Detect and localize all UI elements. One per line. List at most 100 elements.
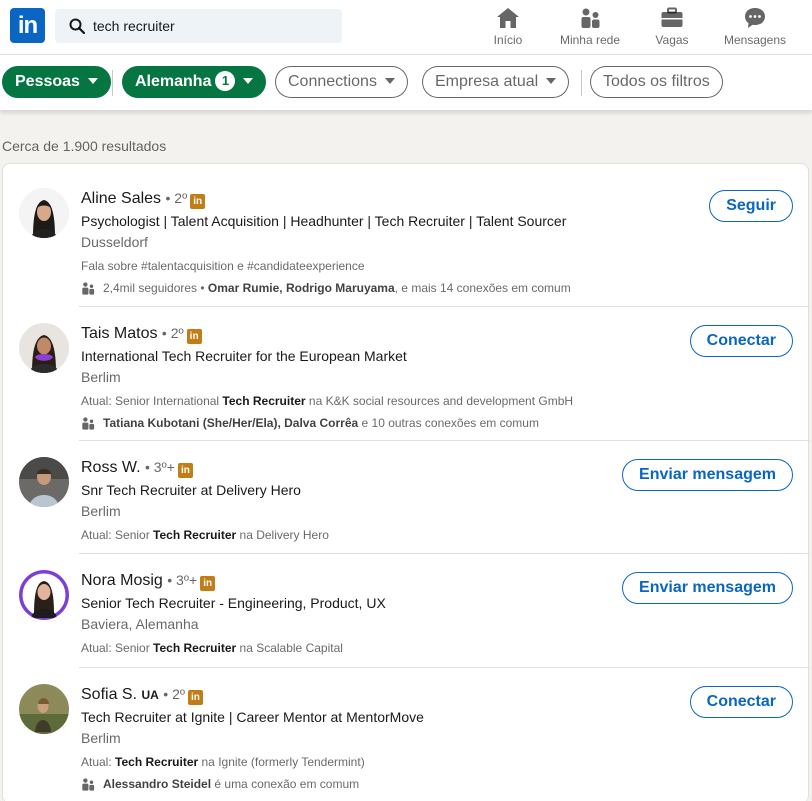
insight-names: Alessandro Steidel (103, 777, 212, 791)
insight-names: Tatiana Kubotani (She/Her/Ela), Dalva Co… (103, 416, 359, 430)
list-item: Ross W. • 3º+ in Snr Tech Recruiter at De… (3, 441, 810, 554)
shared-connections[interactable]: Tatiana Kubotani (She/Her/Ela), Dalva Co… (81, 415, 621, 431)
summary-text: Atual: Senior International (81, 394, 223, 408)
results-count: Cerca de 1.900 resultados (2, 138, 167, 154)
result-name[interactable]: Sofia S. (81, 686, 137, 703)
filter-people[interactable]: Pessoas (2, 66, 111, 98)
all-filters-label: Todos os filtros (603, 73, 710, 90)
connect-button[interactable]: Conectar (689, 325, 793, 357)
home-icon (497, 8, 519, 28)
nav-messaging-label: Mensagens (723, 33, 787, 47)
search-icon (69, 18, 85, 34)
summary-keyword: Tech Recruiter (153, 641, 237, 655)
nav-my-network[interactable]: Minha rede (556, 4, 624, 50)
filter-count-badge: 1 (215, 71, 236, 91)
insight-text: e 10 outras conexões em comum (358, 416, 539, 430)
linkedin-premium-icon: in (187, 690, 203, 705)
list-item: Tais Matos • 2º in International Tech Rec… (3, 307, 810, 441)
filter-current-company[interactable]: Empresa atual (422, 66, 570, 98)
caret-down-icon (243, 78, 254, 84)
network-icon (581, 8, 600, 28)
result-headline: Tech Recruiter at Ignite | Career Mentor… (81, 709, 424, 725)
follow-button[interactable]: Seguir (709, 190, 793, 222)
linkedin-premium-icon: in (190, 194, 206, 209)
connection-degree: • 2º (163, 686, 185, 702)
flag-badge: UA (141, 688, 159, 702)
top-navigation: in Início Minha rede Vagas (0, 0, 812, 55)
result-summary: Fala sobre #talentacquisition e #candida… (81, 259, 365, 273)
result-headline: Snr Tech Recruiter at Delivery Hero (81, 482, 301, 498)
people-icon (82, 778, 95, 791)
linkedin-logo[interactable]: in (10, 8, 45, 43)
briefcase-icon (661, 7, 683, 27)
insight-text: , e mais 14 conexões em comum (394, 281, 571, 295)
summary-keyword: Tech Recruiter (222, 394, 306, 408)
insight-text: é uma conexão em comum (211, 777, 360, 791)
summary-text: Atual: Senior (81, 641, 154, 655)
filter-bar: Pessoas Alemanha 1 Connections Empresa at… (0, 55, 812, 110)
result-name[interactable]: Tais Matos (81, 325, 157, 342)
filter-divider (112, 70, 113, 96)
result-name[interactable]: Ross W. (81, 459, 141, 476)
avatar[interactable] (19, 323, 69, 373)
avatar[interactable] (19, 684, 69, 734)
list-item: Sofia S. UA • 2º in Tech Recruiter at Ign… (3, 668, 810, 801)
summary-keyword: Tech Recruiter (153, 528, 237, 542)
avatar[interactable] (19, 570, 69, 620)
result-name[interactable]: Nora Mosig (81, 572, 163, 589)
connection-degree: • 2º (161, 325, 184, 341)
nav-messaging[interactable]: Mensagens (720, 4, 790, 50)
send-message-button[interactable]: Enviar mensagem (622, 459, 793, 491)
nav-jobs-label: Vagas (655, 33, 689, 47)
result-info: Ross W. • 3º+ in Snr Tech Recruiter at De… (81, 457, 621, 543)
caret-down-icon (384, 78, 395, 84)
summary-text: Atual: Senior (81, 528, 154, 542)
avatar[interactable] (19, 188, 69, 238)
linkedin-premium-icon: in (186, 329, 202, 344)
result-summary: Atual: Tech Recruiter na Ignite (formerl… (81, 754, 621, 770)
result-summary: Atual: Senior Tech Recruiter na Delivery… (81, 527, 621, 543)
filter-connections-label: Connections (288, 73, 377, 90)
summary-text: na K&K social resources and development … (305, 394, 574, 408)
result-info: Tais Matos • 2º in International Tech Rec… (81, 323, 621, 431)
nav-my-network-label: Minha rede (559, 33, 621, 47)
filter-people-label: Pessoas (15, 73, 80, 90)
connection-degree: • 3º+ (145, 459, 175, 475)
search-results-list: Aline Sales • 2º in Psychologist | Talent… (2, 163, 810, 801)
people-icon (82, 282, 95, 295)
insight-names: Omar Rumie, Rodrigo Maruyama (207, 281, 395, 295)
result-name[interactable]: Aline Sales (81, 190, 161, 207)
nav-jobs[interactable]: Vagas (650, 4, 694, 50)
nav-home-label: Início (493, 33, 523, 47)
avatar[interactable] (19, 457, 69, 507)
result-location: Berlim (81, 503, 121, 519)
filter-location-label: Alemanha (135, 73, 212, 90)
nav-home[interactable]: Início (486, 4, 530, 50)
caret-down-icon (87, 78, 98, 84)
connection-degree: • 3º+ (167, 572, 198, 588)
list-item: Aline Sales • 2º in Psychologist | Talent… (3, 164, 810, 307)
insight-text: 2,4mil seguidores • (103, 281, 208, 295)
result-info: Aline Sales • 2º in Psychologist | Talent… (81, 188, 621, 296)
messaging-icon (745, 8, 765, 28)
connection-degree: • 2º (165, 190, 188, 206)
filter-location[interactable]: Alemanha 1 (122, 66, 267, 98)
caret-down-icon (546, 78, 557, 84)
search-bar[interactable] (55, 9, 342, 43)
shared-connections[interactable]: Alessandro Steidel é uma conexão em comu… (81, 776, 621, 792)
send-message-button[interactable]: Enviar mensagem (622, 572, 793, 604)
result-info: Sofia S. UA • 2º in Tech Recruiter at Ign… (81, 684, 621, 792)
all-filters-button[interactable]: Todos os filtros (590, 66, 723, 98)
result-headline: Senior Tech Recruiter - Engineering, Pro… (81, 595, 386, 611)
filter-divider (581, 70, 582, 96)
shared-connections[interactable]: 2,4mil seguidores • Omar Rumie, Rodrigo … (81, 280, 621, 296)
linkedin-premium-icon: in (177, 463, 193, 478)
result-location: Baviera, Alemanha (81, 616, 199, 632)
result-location: Berlim (81, 730, 121, 746)
result-summary: Atual: Senior Tech Recruiter na Scalable… (81, 640, 621, 656)
filter-connections[interactable]: Connections (275, 66, 408, 98)
search-input[interactable] (93, 9, 333, 43)
result-summary: Atual: Senior International Tech Recruit… (81, 393, 621, 409)
summary-text: Atual: (81, 755, 116, 769)
connect-button[interactable]: Conectar (689, 686, 793, 718)
